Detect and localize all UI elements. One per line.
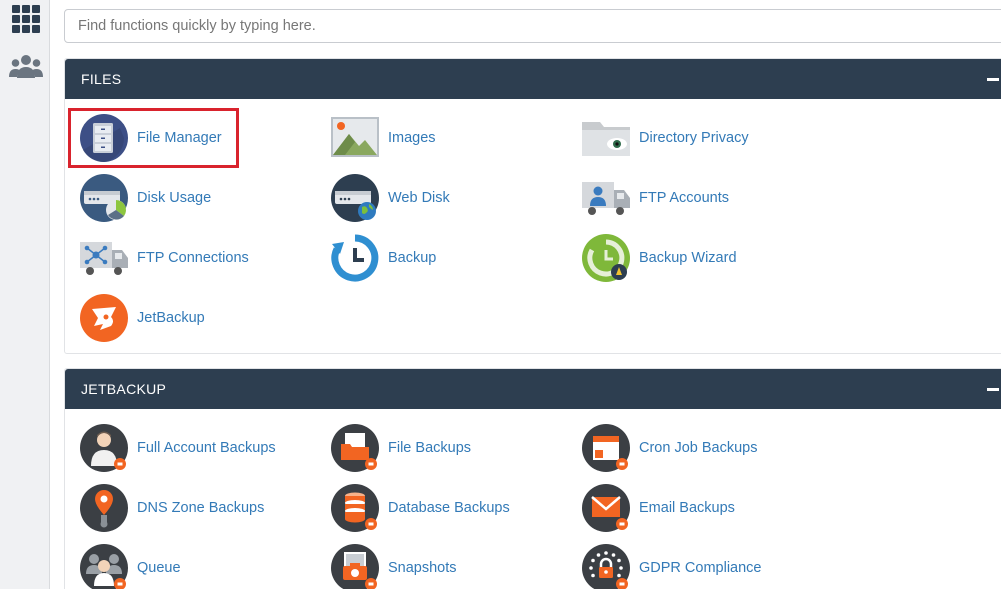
queue-link[interactable]: Queue: [80, 543, 181, 589]
email-backups-label: Email Backups: [639, 500, 735, 516]
backup-wizard-label: Backup Wizard: [639, 250, 737, 266]
backup-wizard-icon: [582, 234, 630, 282]
main-content: FILES File Manager: [50, 0, 1001, 589]
images-link[interactable]: Images: [331, 113, 436, 163]
collapse-icon[interactable]: [987, 388, 999, 391]
gdpr-compliance-icon: [582, 544, 630, 589]
full-account-backups-label: Full Account Backups: [137, 440, 276, 456]
disk-usage-link[interactable]: Disk Usage: [80, 173, 211, 223]
grid-icon: [12, 5, 40, 33]
ftp-accounts-icon: [582, 182, 630, 215]
queue-icon: [80, 544, 128, 589]
files-panel-header[interactable]: FILES: [65, 59, 1001, 99]
cron-job-backups-link[interactable]: Cron Job Backups: [582, 423, 757, 473]
full-account-backups-icon: [80, 424, 128, 472]
files-panel: FILES File Manager Images Directory Priv…: [64, 58, 1001, 354]
web-disk-label: Web Disk: [388, 190, 450, 206]
images-icon: [331, 117, 379, 157]
database-backups-label: Database Backups: [388, 500, 510, 516]
disk-usage-icon: [80, 174, 128, 222]
backup-link[interactable]: Backup: [331, 233, 436, 283]
file-manager-link[interactable]: File Manager: [80, 113, 222, 163]
gdpr-compliance-label: GDPR Compliance: [639, 560, 762, 576]
database-backups-link[interactable]: Database Backups: [331, 483, 510, 533]
backup-icon: [331, 234, 379, 282]
snapshots-icon: [331, 544, 379, 589]
jetbackup-panel-header[interactable]: JETBACKUP: [65, 369, 1001, 409]
backup-label: Backup: [388, 250, 437, 266]
apps-grid-button[interactable]: [9, 4, 43, 34]
cron-job-backups-icon: [582, 424, 630, 472]
database-backups-icon: [331, 484, 379, 532]
users-icon: [9, 55, 43, 78]
users-button[interactable]: [9, 52, 43, 82]
directory-privacy-link[interactable]: Directory Privacy: [582, 113, 749, 163]
ftp-connections-icon: [80, 242, 128, 275]
images-label: Images: [388, 130, 436, 146]
jetbackup-icon: [80, 294, 128, 342]
ftp-accounts-link[interactable]: FTP Accounts: [582, 173, 729, 223]
ftp-accounts-label: FTP Accounts: [639, 190, 729, 206]
left-sidebar: [0, 0, 50, 589]
disk-usage-label: Disk Usage: [137, 190, 212, 206]
dns-zone-backups-label: DNS Zone Backups: [137, 500, 265, 516]
file-backups-icon: [331, 424, 379, 472]
email-backups-link[interactable]: Email Backups: [582, 483, 735, 533]
email-backups-icon: [582, 484, 630, 532]
file-backups-label: File Backups: [388, 440, 472, 456]
ftp-connections-link[interactable]: FTP Connections: [80, 233, 249, 283]
gdpr-compliance-link[interactable]: GDPR Compliance: [582, 543, 762, 589]
snapshots-label: Snapshots: [388, 560, 457, 576]
dns-zone-backups-icon: [80, 484, 128, 532]
web-disk-link[interactable]: Web Disk: [331, 173, 450, 223]
backup-wizard-link[interactable]: Backup Wizard: [582, 233, 737, 283]
queue-label: Queue: [137, 560, 181, 576]
jetbackup-link[interactable]: JetBackup: [80, 293, 205, 343]
ftp-connections-label: FTP Connections: [137, 250, 249, 266]
dns-zone-backups-link[interactable]: DNS Zone Backups: [80, 483, 264, 533]
jetbackup-panel-title: JETBACKUP: [81, 381, 167, 397]
snapshots-link[interactable]: Snapshots: [331, 543, 457, 589]
jetbackup-panel: JETBACKUP Full Account Backups File Back…: [64, 368, 1001, 589]
files-panel-title: FILES: [81, 71, 122, 87]
search-input[interactable]: [64, 9, 1001, 43]
file-manager-label: File Manager: [137, 130, 222, 146]
jetbackup-label: JetBackup: [137, 310, 205, 326]
directory-privacy-icon: [582, 122, 630, 156]
cron-job-backups-label: Cron Job Backups: [639, 440, 758, 456]
file-manager-icon: [80, 114, 128, 162]
full-account-backups-link[interactable]: Full Account Backups: [80, 423, 276, 473]
collapse-icon[interactable]: [987, 78, 999, 81]
directory-privacy-label: Directory Privacy: [639, 130, 749, 146]
web-disk-icon: [331, 174, 379, 222]
file-backups-link[interactable]: File Backups: [331, 423, 471, 473]
